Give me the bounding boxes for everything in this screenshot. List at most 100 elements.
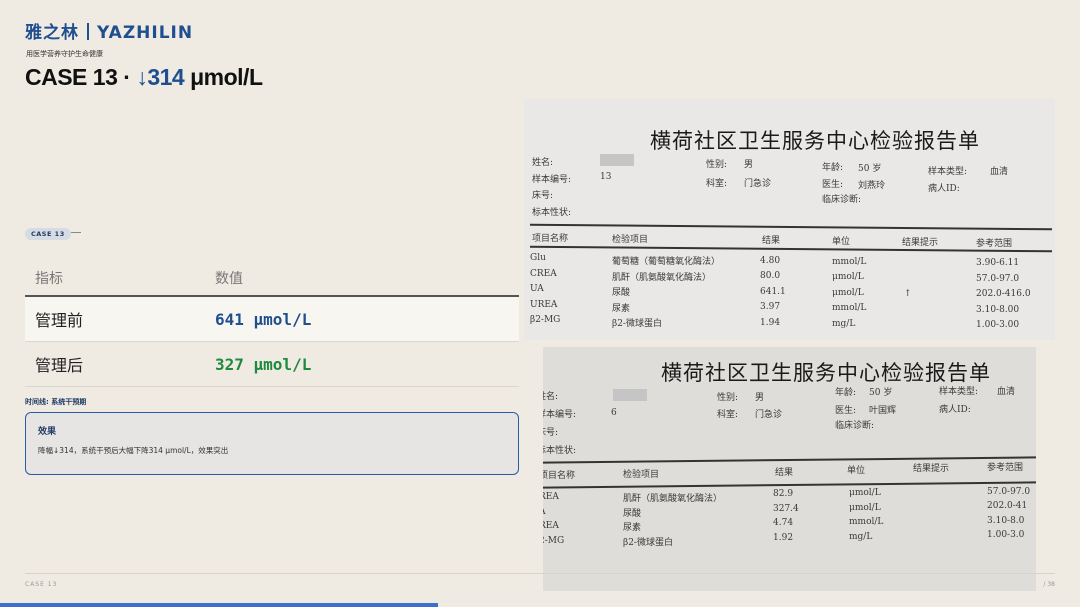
report-age: 50 岁	[869, 388, 893, 398]
effect-text: 降幅↓314，系统干预后大幅下降314 μmol/L，效果突出	[38, 446, 229, 455]
report-cell-unit: mmol/L	[832, 303, 867, 314]
report-sample-no: 6	[611, 408, 617, 418]
report-diag-label: 临床诊断:	[822, 195, 862, 205]
report-stype: 血清	[997, 387, 1016, 397]
lab-report-before: 横荷社区卫生服务中心检验报告单 姓名: 样本编号: 13 床号: 标本性状: 性…	[524, 99, 1055, 340]
report-cell-result: 641.1	[760, 286, 786, 297]
brand-divider	[87, 23, 89, 40]
report-stype: 血清	[990, 167, 1009, 177]
report-cell-ref: 3.90-6.11	[976, 258, 1020, 269]
report-cell-name: β2-微球蛋白	[612, 319, 662, 330]
header-metric: 指标	[35, 270, 63, 287]
brand-name-en: YAZHILIN	[97, 23, 194, 43]
report-cell-result: 4.80	[760, 255, 781, 266]
report-cell-name: 肌酐（肌氨酸氧化酶法）	[612, 272, 712, 283]
report-header: 单位	[847, 466, 866, 476]
slide-progress-bar	[0, 603, 439, 607]
report-header: 参考范围	[987, 463, 1024, 473]
report-cell-unit: mg/L	[832, 318, 856, 329]
report-cell-result: 4.74	[773, 518, 794, 529]
report-cell-name: 肌酐（肌氨酸氧化酶法）	[623, 494, 723, 505]
report-cell-result: 3.97	[760, 302, 781, 313]
report-sample-no-label: 样本编号:	[532, 175, 572, 185]
report-cell-name: 尿酸	[623, 508, 642, 519]
report-bed-label: 床号:	[543, 428, 559, 438]
report-cell-code: UREA	[530, 299, 558, 310]
report-rule	[530, 223, 1052, 230]
report-doctor-label: 医生:	[835, 406, 857, 416]
table-row-after: 管理后 327 μmol/L	[25, 342, 519, 387]
report-sex: 男	[755, 393, 765, 403]
report-cell-code: REA	[543, 492, 559, 503]
report-cell-unit: mmol/L	[849, 517, 884, 528]
brand-tagline: 用医学营养守护生命健康	[26, 50, 103, 58]
report-doctor: 刘燕玲	[858, 181, 886, 191]
report-header: 参考范围	[976, 239, 1013, 249]
report-age-label: 年龄:	[822, 163, 844, 173]
footer-page-number: / 38	[1043, 581, 1055, 588]
redacted-name	[600, 154, 634, 166]
report-sex-label: 性别:	[706, 160, 728, 170]
report-cell-code: Glu	[530, 253, 546, 264]
report-header: 结果提示	[902, 238, 939, 248]
report-header: 项目名称	[532, 234, 569, 244]
brand-name-cn: 雅之林	[25, 23, 79, 43]
report-rule	[543, 481, 1036, 489]
report-header: 结果提示	[913, 464, 950, 474]
report-dept: 门急诊	[744, 179, 772, 189]
report-stype-label: 样本类型:	[939, 387, 979, 397]
report-header: 结果	[775, 468, 794, 478]
report-cell-ref: 1.00-3.00	[976, 320, 1020, 331]
title-arrow-value: ↓314	[136, 64, 185, 90]
report-cell-result: 327.4	[773, 503, 799, 514]
report-dept: 门急诊	[755, 410, 783, 420]
report-cell-name: 葡萄糖（葡萄糖氧化酶法）	[612, 257, 721, 268]
redacted-name	[613, 389, 647, 401]
report-sample-prop-label: 标本性状:	[532, 208, 572, 218]
report-header: 单位	[832, 237, 851, 247]
report-stype-label: 样本类型:	[928, 167, 968, 177]
report-pid-label: 病人ID:	[928, 184, 960, 194]
report-bed-label: 床号:	[532, 191, 554, 201]
report-cell-ref: 57.0-97.0	[987, 486, 1031, 497]
report-cell-ref: 1.00-3.0	[987, 530, 1025, 541]
report-sex: 男	[744, 160, 754, 170]
header-value: 数值	[215, 270, 243, 287]
report-cell-name: 尿酸	[612, 288, 631, 299]
effect-title: 效果	[38, 427, 57, 437]
metrics-table: 指标 数值 管理前 641 μmol/L 管理后 327 μmol/L	[25, 260, 519, 387]
report-cell-code: 2-MG	[543, 535, 565, 546]
report-cell-code: A	[543, 507, 546, 517]
report-cell-result: 80.0	[760, 271, 781, 282]
report-sample-no: 13	[600, 172, 612, 182]
brand-logo: 雅之林 YAZHILIN	[25, 18, 193, 43]
report-sample-prop-label: 标本性状:	[543, 446, 577, 456]
report-cell-unit: mg/L	[849, 531, 873, 542]
report-cell-unit: μmol/L	[849, 488, 881, 499]
report-sex-label: 性别:	[717, 393, 739, 403]
report-name-label: 姓名:	[543, 392, 559, 402]
report-cell-ref: 3.10-8.00	[976, 304, 1020, 315]
page-title: CASE 13 · ↓314 μmol/L	[25, 64, 263, 91]
report-cell-result: 82.9	[773, 489, 794, 500]
footer-case-label: CASE 13	[25, 581, 58, 588]
report-title: 横荷社区卫生服务中心检验报告单	[661, 361, 991, 385]
report-doctor-label: 医生:	[822, 180, 844, 190]
report-cell-name: 尿素	[623, 523, 642, 534]
report-cell-ref: 57.0-97.0	[976, 273, 1020, 284]
report-title: 横荷社区卫生服务中心检验报告单	[650, 129, 980, 153]
lab-report-after: 横荷社区卫生服务中心检验报告单 姓名: 样本编号: 6 床号: 标本性状: 性别…	[543, 347, 1036, 591]
report-header: 项目名称	[543, 471, 576, 481]
report-sample-no-label: 样本编号:	[543, 410, 577, 420]
report-rule	[530, 245, 1052, 252]
row-value: 327 μmol/L	[215, 354, 312, 374]
report-diag-label: 临床诊断:	[835, 421, 875, 431]
report-cell-result: 1.92	[773, 532, 794, 543]
effect-card: 效果 降幅↓314，系统干预后大幅下降314 μmol/L，效果突出	[25, 412, 519, 475]
report-name-label: 姓名:	[532, 158, 554, 168]
row-label: 管理前	[35, 311, 84, 330]
report-cell-result: 1.94	[760, 317, 781, 328]
report-cell-code: REA	[543, 521, 559, 532]
title-prefix: CASE 13 ·	[25, 64, 137, 90]
timeline-label: 时间线: 系统干预期	[25, 398, 87, 406]
